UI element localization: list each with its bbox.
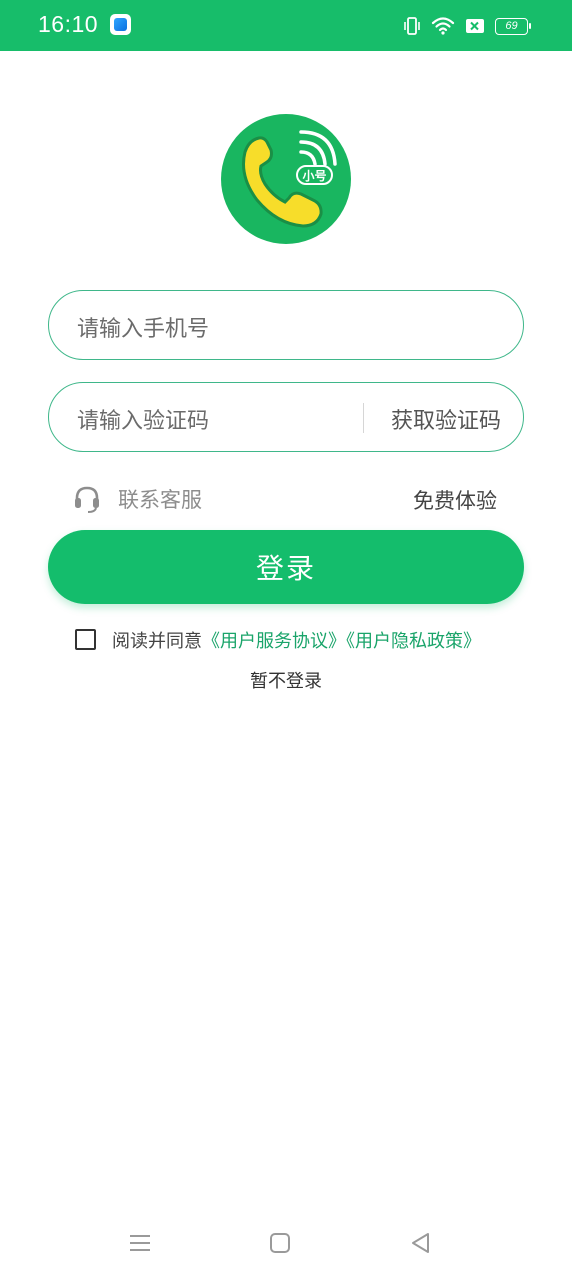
terms-of-service-link[interactable]: 《用户服务协议》: [202, 631, 346, 652]
menu-icon[interactable]: [125, 1228, 155, 1258]
contact-support-label: 联系客服: [118, 488, 202, 512]
battery-icon: 69: [495, 17, 531, 35]
free-trial-link[interactable]: 免费体验: [413, 485, 497, 515]
logo-badge: 小号: [296, 165, 333, 185]
wifi-icon: [431, 17, 455, 35]
login-button[interactable]: 登录: [48, 530, 524, 604]
status-icons: 69: [403, 14, 531, 38]
app-logo: 小号: [221, 114, 351, 244]
status-bar: 16:10 69: [0, 0, 572, 51]
agreement-text: 阅读并同意《用户服务协议》《用户隐私政策》: [112, 627, 481, 653]
agreement-prefix: 阅读并同意: [112, 631, 202, 652]
sim-no-signal-icon: [466, 19, 484, 33]
phone-number-placeholder: 请输入手机号: [77, 317, 210, 342]
headset-icon: [75, 486, 99, 513]
agreement-checkbox[interactable]: [75, 629, 96, 650]
skip-login-link[interactable]: 暂不登录: [0, 667, 572, 693]
get-code-button[interactable]: 获取验证码: [391, 403, 501, 435]
back-icon[interactable]: [406, 1228, 436, 1258]
verification-code-placeholder: 请输入验证码: [77, 409, 210, 434]
app-notification-icon: [110, 14, 131, 35]
field-divider: [363, 403, 364, 433]
vibrate-icon: [404, 17, 420, 35]
battery-level: 69: [505, 20, 518, 32]
system-nav-bar: [0, 1218, 572, 1268]
contact-support-link[interactable]: 联系客服: [72, 483, 202, 515]
status-time: 16:10: [38, 11, 99, 37]
phone-number-field[interactable]: 请输入手机号: [48, 290, 524, 360]
home-icon[interactable]: [265, 1228, 295, 1258]
privacy-policy-link[interactable]: 《用户隐私政策》: [346, 631, 481, 652]
verification-code-field[interactable]: 请输入验证码 获取验证码: [48, 382, 524, 452]
